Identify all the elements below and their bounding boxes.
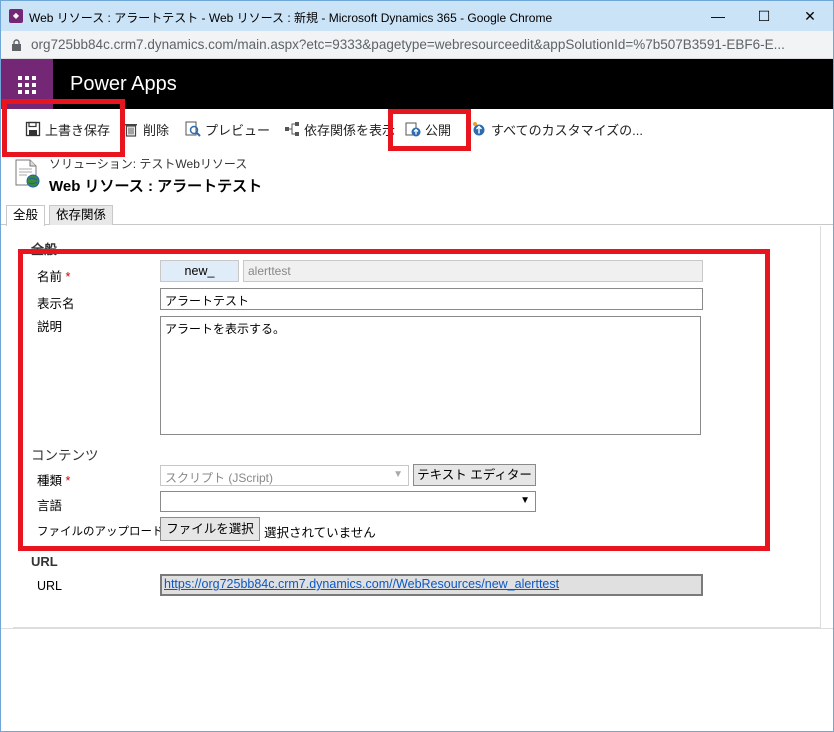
- solution-label: ソリューション: テストWebリソース: [49, 157, 248, 171]
- maximize-button[interactable]: ☐: [741, 1, 787, 31]
- publish-all-customizations-button[interactable]: すべてのカスタマイズの...: [471, 119, 643, 139]
- minimize-button[interactable]: —: [695, 1, 741, 31]
- waffle-icon: [18, 76, 36, 94]
- preview-button[interactable]: プレビュー: [185, 119, 270, 139]
- divider: [1, 628, 833, 629]
- section-url-title: URL: [31, 554, 58, 569]
- dependencies-label: 依存関係を表示: [304, 122, 396, 138]
- url-text[interactable]: org725bb84c.crm7.dynamics.com/main.aspx?…: [31, 37, 831, 52]
- url-label: URL: [37, 579, 63, 593]
- tab-general[interactable]: 全般: [6, 205, 46, 226]
- highlight-save: [2, 99, 125, 157]
- app-name: Power Apps: [70, 73, 177, 95]
- tab-strip: 全般 依存関係: [1, 205, 833, 226]
- publish-all-icon: [473, 122, 485, 136]
- window-title: Web リソース : アラートテスト - Web リソース : 新規 - Mic…: [29, 11, 553, 25]
- show-dependencies-button[interactable]: 依存関係を表示: [284, 119, 395, 139]
- delete-label: 削除: [143, 122, 170, 138]
- title-bar: ◆ Web リソース : アラートテスト - Web リソース : 新規 - M…: [1, 1, 833, 31]
- trash-icon: [125, 124, 137, 137]
- web-resource-icon: [15, 159, 40, 188]
- web-resource-url-link[interactable]: https://org725bb84c.crm7.dynamics.com//W…: [160, 574, 703, 596]
- customize-label: すべてのカスタマイズの...: [491, 122, 644, 138]
- page-title: Web リソース : アラートテスト: [49, 178, 263, 195]
- close-button[interactable]: ✕: [787, 1, 833, 31]
- highlight-publish: [388, 109, 471, 151]
- dependencies-icon: [285, 122, 299, 136]
- tab-dependencies[interactable]: 依存関係: [49, 205, 114, 225]
- browser-window: ◆ Web リソース : アラートテスト - Web リソース : 新規 - M…: [0, 0, 834, 732]
- preview-icon: [185, 121, 201, 137]
- power-apps-icon: ◆: [9, 9, 23, 23]
- highlight-form: [18, 249, 770, 551]
- delete-button[interactable]: 削除: [123, 119, 169, 139]
- lock-icon: [12, 39, 21, 51]
- address-bar[interactable]: org725bb84c.crm7.dynamics.com/main.aspx?…: [1, 31, 833, 59]
- app-header: Power Apps: [1, 59, 833, 109]
- preview-label: プレビュー: [205, 122, 271, 138]
